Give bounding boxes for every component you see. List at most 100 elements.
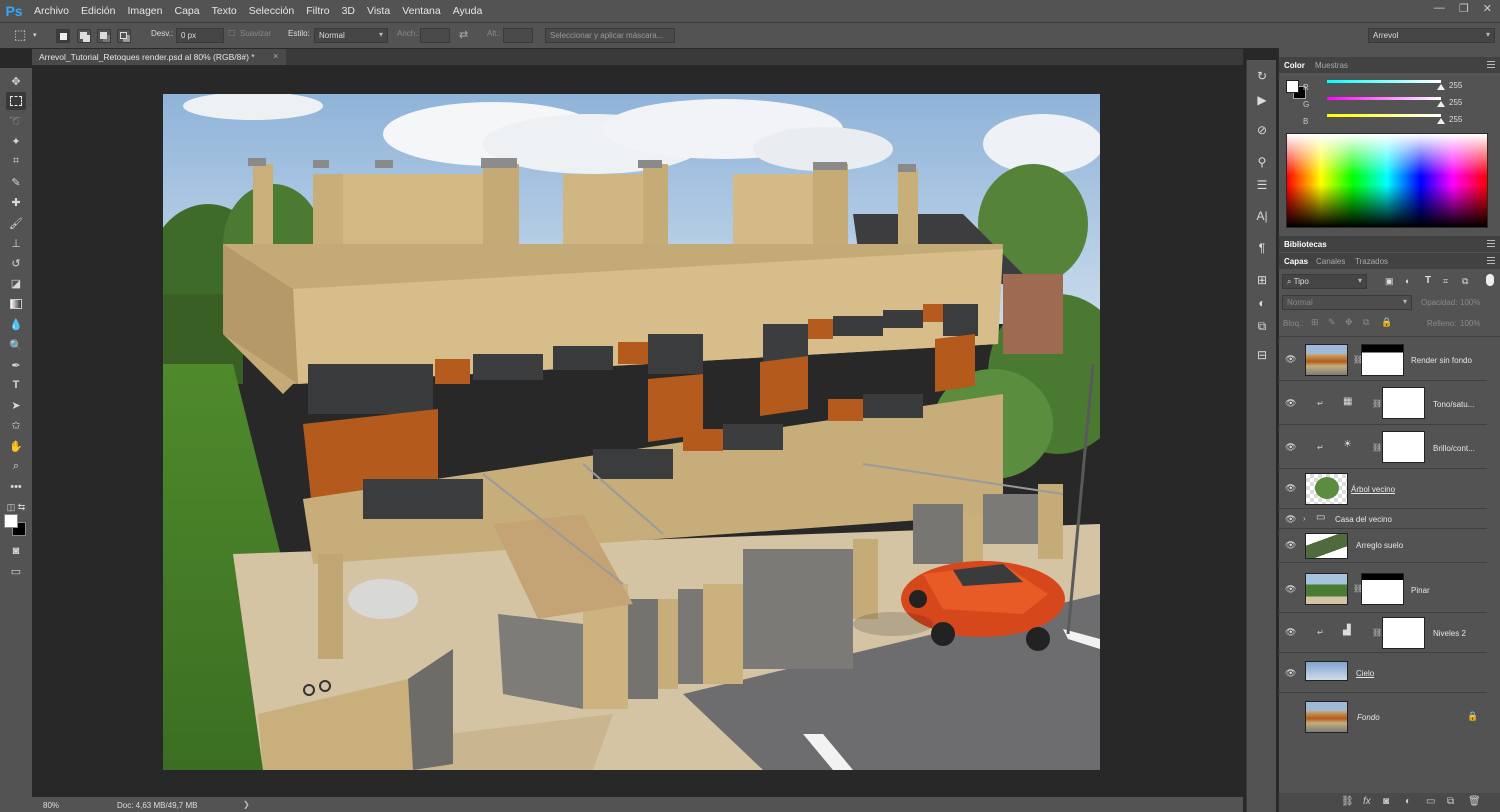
menu-ayuda[interactable]: Ayuda (447, 5, 489, 17)
r-slider-thumb[interactable] (1437, 84, 1445, 90)
eye-icon[interactable]: 👁 (1285, 514, 1296, 524)
brush-tool-icon[interactable]: 🖌 (6, 214, 26, 232)
restore-button[interactable]: ❐ (1459, 2, 1469, 15)
layer-filter-select[interactable]: ⌕ Tipo ▾ (1282, 274, 1367, 289)
intersect-selection-button[interactable] (117, 29, 131, 43)
crop-tool-icon[interactable]: ⌗ (6, 152, 26, 170)
fx-icon[interactable]: fx (1363, 796, 1371, 807)
menu-capa[interactable]: Capa (169, 5, 206, 17)
zoom-level[interactable]: 80% (43, 801, 59, 810)
g-slider-thumb[interactable] (1437, 101, 1445, 107)
g-slider[interactable] (1327, 97, 1441, 100)
layer-mask-thumbnail[interactable] (1382, 387, 1425, 419)
layer-name[interactable]: Render sin fondo (1411, 356, 1472, 365)
panel-menu-icon[interactable] (1487, 240, 1495, 247)
subtract-selection-button[interactable] (97, 29, 111, 43)
filter-shape-icon[interactable]: ⌗ (1443, 276, 1448, 287)
layer-name[interactable]: Fondo (1357, 713, 1380, 722)
lock-artboard-icon[interactable]: ⧉ (1363, 317, 1369, 328)
pen-tool-icon[interactable]: ✒ (6, 356, 26, 374)
filter-toggle[interactable] (1486, 274, 1494, 286)
dodge-tool-icon[interactable]: 🔍 (6, 336, 26, 354)
layer-name[interactable]: Tono/satu... (1433, 400, 1474, 409)
swap-arrows-icon[interactable]: ⇄ (459, 28, 468, 41)
menu-imagen[interactable]: Imagen (121, 5, 168, 17)
rect-marquee-tool-icon[interactable] (6, 92, 26, 110)
layer-mask-thumbnail[interactable] (1361, 573, 1404, 605)
layer-mask-thumbnail[interactable] (1361, 344, 1404, 376)
foreground-color-swatch[interactable] (4, 514, 18, 528)
layer-name[interactable]: Árbol vecino (1351, 485, 1395, 494)
fill-value[interactable]: 100% (1460, 319, 1480, 328)
tab-trazados[interactable]: Trazados (1355, 257, 1388, 266)
zoom-tool-icon[interactable]: ⌕ (6, 457, 26, 475)
marquee-preset-icon[interactable]: ⬚ (14, 27, 26, 43)
layer-row[interactable]: 👁 Cielo (1279, 653, 1487, 693)
eye-hidden-icon[interactable]: □ (1285, 710, 1295, 720)
blend-mode-select[interactable]: Normal ▾ (1282, 295, 1412, 310)
paragraph-icon[interactable]: ¶ (1254, 240, 1270, 256)
layer-name[interactable]: Cielo (1356, 669, 1374, 678)
new-adjustment-icon[interactable]: ◐ (1405, 796, 1411, 807)
lock-position-icon[interactable]: ✥ (1345, 317, 1353, 328)
layer-comps-icon[interactable]: ⊟ (1254, 347, 1270, 363)
navigator-icon[interactable]: ⧉ (1254, 318, 1270, 334)
path-selection-tool-icon[interactable]: ➤ (6, 396, 26, 414)
panel-menu-icon[interactable] (1487, 257, 1495, 264)
document-canvas[interactable] (163, 94, 1100, 770)
tab-capas[interactable]: Capas (1284, 257, 1308, 266)
status-menu-arrow-icon[interactable]: ❯ (243, 800, 250, 809)
new-group-icon[interactable]: ▭ (1426, 796, 1435, 807)
adjustments-sliders-icon[interactable]: ☰ (1254, 177, 1270, 193)
glyphs-icon[interactable]: ⊞ (1254, 272, 1270, 288)
layer-name[interactable]: Niveles 2 (1433, 629, 1466, 638)
menu-texto[interactable]: Texto (206, 5, 243, 17)
magic-wand-tool-icon[interactable]: ✦ (6, 132, 26, 150)
workspace-select[interactable]: Arrevol ▾ (1368, 28, 1495, 43)
filter-type-icon[interactable]: T (1425, 275, 1431, 286)
layer-mask-thumbnail[interactable] (1382, 431, 1425, 463)
screen-mode-icon[interactable]: ▭ (6, 562, 26, 580)
eye-icon[interactable]: 👁 (1285, 483, 1296, 493)
shape-tool-icon[interactable]: ✩ (6, 416, 26, 434)
layer-row[interactable]: 👁 ⛓ Render sin fondo (1279, 337, 1487, 381)
menu-edicion[interactable]: Edición (75, 5, 121, 17)
tab-bibliotecas[interactable]: Bibliotecas (1284, 240, 1327, 249)
brush-settings-icon[interactable]: ⚲ (1254, 154, 1270, 170)
lock-transparent-icon[interactable]: ⊞ (1311, 317, 1319, 328)
eye-icon[interactable]: 👁 (1285, 584, 1296, 594)
r-slider[interactable] (1327, 80, 1441, 83)
properties-icon[interactable]: ⊘ (1254, 122, 1270, 138)
quick-mask-icon[interactable]: ◙ (6, 542, 26, 560)
menu-filtro[interactable]: Filtro (300, 5, 335, 17)
new-selection-button[interactable] (56, 29, 70, 43)
link-layers-icon[interactable]: ⛓ (1341, 796, 1354, 807)
menu-ventana[interactable]: Ventana (396, 5, 447, 17)
tab-color[interactable]: Color (1284, 61, 1305, 70)
antialias-checkbox[interactable]: ☐ (228, 29, 235, 38)
width-input[interactable] (420, 28, 450, 43)
layer-row[interactable]: 👁 ↵ ▦ ⛓ Tono/satu... (1279, 381, 1487, 425)
eye-icon[interactable]: 👁 (1285, 668, 1296, 678)
style-select[interactable]: Normal ▾ (314, 28, 388, 43)
actions-play-icon[interactable]: ▶ (1254, 92, 1270, 108)
feather-input[interactable]: 0 px (176, 28, 224, 43)
height-input[interactable] (503, 28, 533, 43)
hand-tool-icon[interactable]: ✋ (6, 437, 26, 455)
color-foreground-swatch[interactable] (1286, 80, 1299, 93)
filter-pixel-icon[interactable]: ▣ (1385, 276, 1394, 287)
type-tool-icon[interactable]: T (6, 376, 26, 394)
chevron-right-icon[interactable]: › (1303, 514, 1306, 523)
color-spectrum[interactable] (1286, 133, 1488, 228)
lock-pixels-icon[interactable]: ✎ (1328, 317, 1336, 328)
layer-name[interactable]: Brillo/cont... (1433, 444, 1475, 453)
b-value[interactable]: 255 (1449, 115, 1462, 124)
layer-group-row[interactable]: 👁 › ▭ Casa del vecino (1279, 509, 1487, 529)
layer-mask-thumbnail[interactable] (1382, 617, 1425, 649)
chevron-down-icon[interactable]: ▾ (33, 31, 37, 39)
filter-smart-object-icon[interactable]: ⧉ (1462, 276, 1468, 287)
menu-3d[interactable]: 3D (336, 5, 361, 17)
menu-vista[interactable]: Vista (361, 5, 396, 17)
gradient-tool-icon[interactable] (6, 295, 26, 313)
panel-menu-icon[interactable] (1487, 61, 1495, 68)
